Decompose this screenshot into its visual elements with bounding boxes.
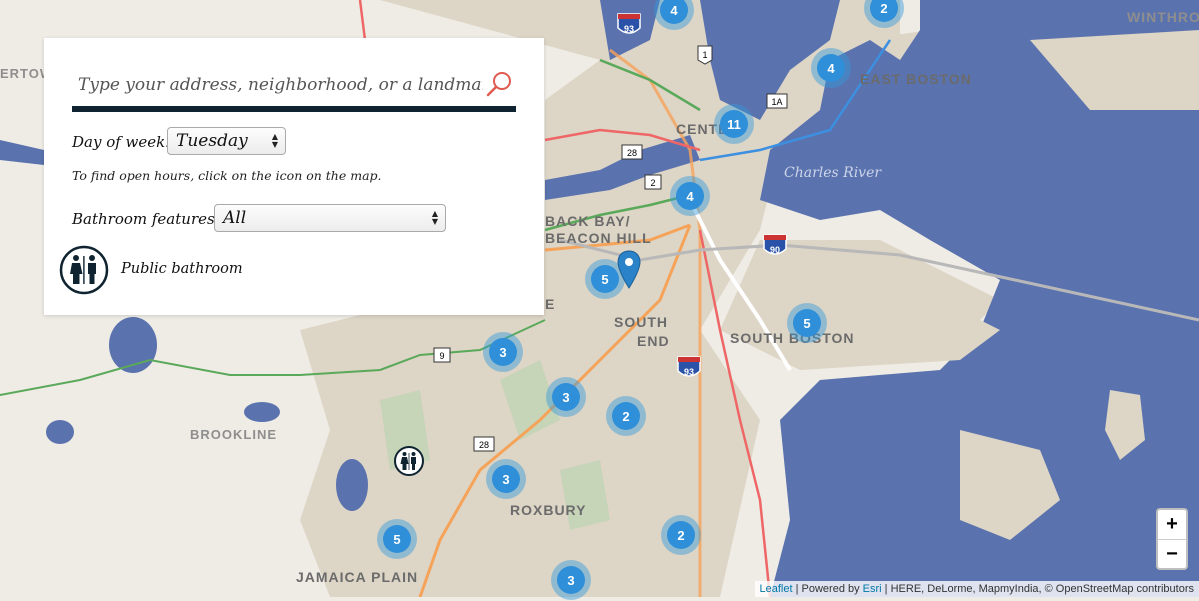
svg-text:END: END xyxy=(637,333,670,349)
shield-route9: 9 xyxy=(433,347,451,363)
cluster-marker[interactable]: 5 xyxy=(787,303,827,343)
legend-label: Public bathroom xyxy=(121,261,243,277)
cluster-marker[interactable]: 3 xyxy=(483,332,523,372)
svg-text:BEACON HILL: BEACON HILL xyxy=(545,230,652,246)
svg-text:JAMAICA PLAIN: JAMAICA PLAIN xyxy=(296,569,418,585)
svg-text:BROOKLINE: BROOKLINE xyxy=(190,427,277,442)
cluster-marker[interactable]: 3 xyxy=(486,459,526,499)
shield-i93-bottom: 93 xyxy=(677,356,701,377)
shield-i93-top: 93 xyxy=(617,13,641,34)
svg-text:2: 2 xyxy=(650,178,655,188)
cluster-marker[interactable]: 3 xyxy=(546,377,586,417)
day-of-week-value: Tuesday xyxy=(176,131,248,151)
select-arrows-icon: ▲ ▼ xyxy=(431,209,438,226)
attribution-credits: | HERE, DeLorme, MapmyIndia, © OpenStree… xyxy=(881,583,1194,595)
cluster-marker[interactable]: 2 xyxy=(606,396,646,436)
restroom-icon xyxy=(59,245,109,295)
cluster-marker[interactable]: 4 xyxy=(670,176,710,216)
svg-text:BACK BAY/: BACK BAY/ xyxy=(545,213,631,229)
search-icon[interactable] xyxy=(484,68,516,100)
svg-text:ROXBURY: ROXBURY xyxy=(510,502,587,518)
svg-text:E: E xyxy=(545,296,555,312)
svg-text:WINTHROP: WINTHROP xyxy=(1127,9,1199,25)
search-input[interactable] xyxy=(72,66,483,104)
shield-i90: 90 xyxy=(763,234,787,255)
svg-text:28: 28 xyxy=(479,440,489,450)
svg-text:SOUTH: SOUTH xyxy=(614,314,668,330)
leaflet-link[interactable]: Leaflet xyxy=(760,583,793,595)
restroom-marker-icon[interactable] xyxy=(393,445,425,477)
zoom-control: + − xyxy=(1156,508,1188,570)
cluster-marker[interactable]: 4 xyxy=(811,48,851,88)
search-bar xyxy=(72,66,516,112)
svg-text:93: 93 xyxy=(624,24,634,34)
svg-text:90: 90 xyxy=(770,245,780,255)
bathroom-features-value: All xyxy=(223,208,247,228)
esri-link[interactable]: Esri xyxy=(863,583,882,595)
shield-route1: 1 xyxy=(697,45,713,65)
shield-route1a: 1A xyxy=(766,93,788,109)
attribution-text: | Powered by xyxy=(792,583,863,595)
shield-route28-top: 28 xyxy=(621,144,643,160)
map-attribution: Leaflet | Powered by Esri | HERE, DeLorm… xyxy=(754,581,1199,597)
cluster-marker[interactable]: 11 xyxy=(714,104,754,144)
zoom-in-button[interactable]: + xyxy=(1158,510,1186,539)
shield-route28-bottom: 28 xyxy=(473,436,495,452)
svg-text:9: 9 xyxy=(439,351,444,361)
svg-text:1A: 1A xyxy=(771,97,782,107)
search-panel: Day of week: Tuesday ▲▼ To find open hou… xyxy=(44,38,544,315)
svg-text:1: 1 xyxy=(702,50,707,60)
bathroom-features-label: Bathroom features: xyxy=(72,210,220,228)
zoom-out-button[interactable]: − xyxy=(1158,540,1186,569)
select-arrows-icon: ▲ ▼ xyxy=(271,132,278,149)
shield-route2: 2 xyxy=(644,174,662,190)
day-of-week-label: Day of week: xyxy=(72,133,171,151)
open-hours-hint: To find open hours, click on the icon on… xyxy=(72,168,382,183)
cluster-marker[interactable]: 5 xyxy=(377,519,417,559)
svg-text:Charles River: Charles River xyxy=(784,165,882,181)
day-of-week-select[interactable]: Tuesday ▲ ▼ xyxy=(167,127,286,155)
bathroom-features-select[interactable]: All ▲ ▼ xyxy=(214,204,446,232)
svg-text:EAST BOSTON: EAST BOSTON xyxy=(860,71,972,87)
svg-text:93: 93 xyxy=(684,367,694,377)
cluster-marker[interactable]: 3 xyxy=(551,560,591,600)
location-pin-icon[interactable] xyxy=(616,250,642,290)
svg-text:28: 28 xyxy=(627,148,637,158)
cluster-marker[interactable]: 2 xyxy=(661,515,701,555)
